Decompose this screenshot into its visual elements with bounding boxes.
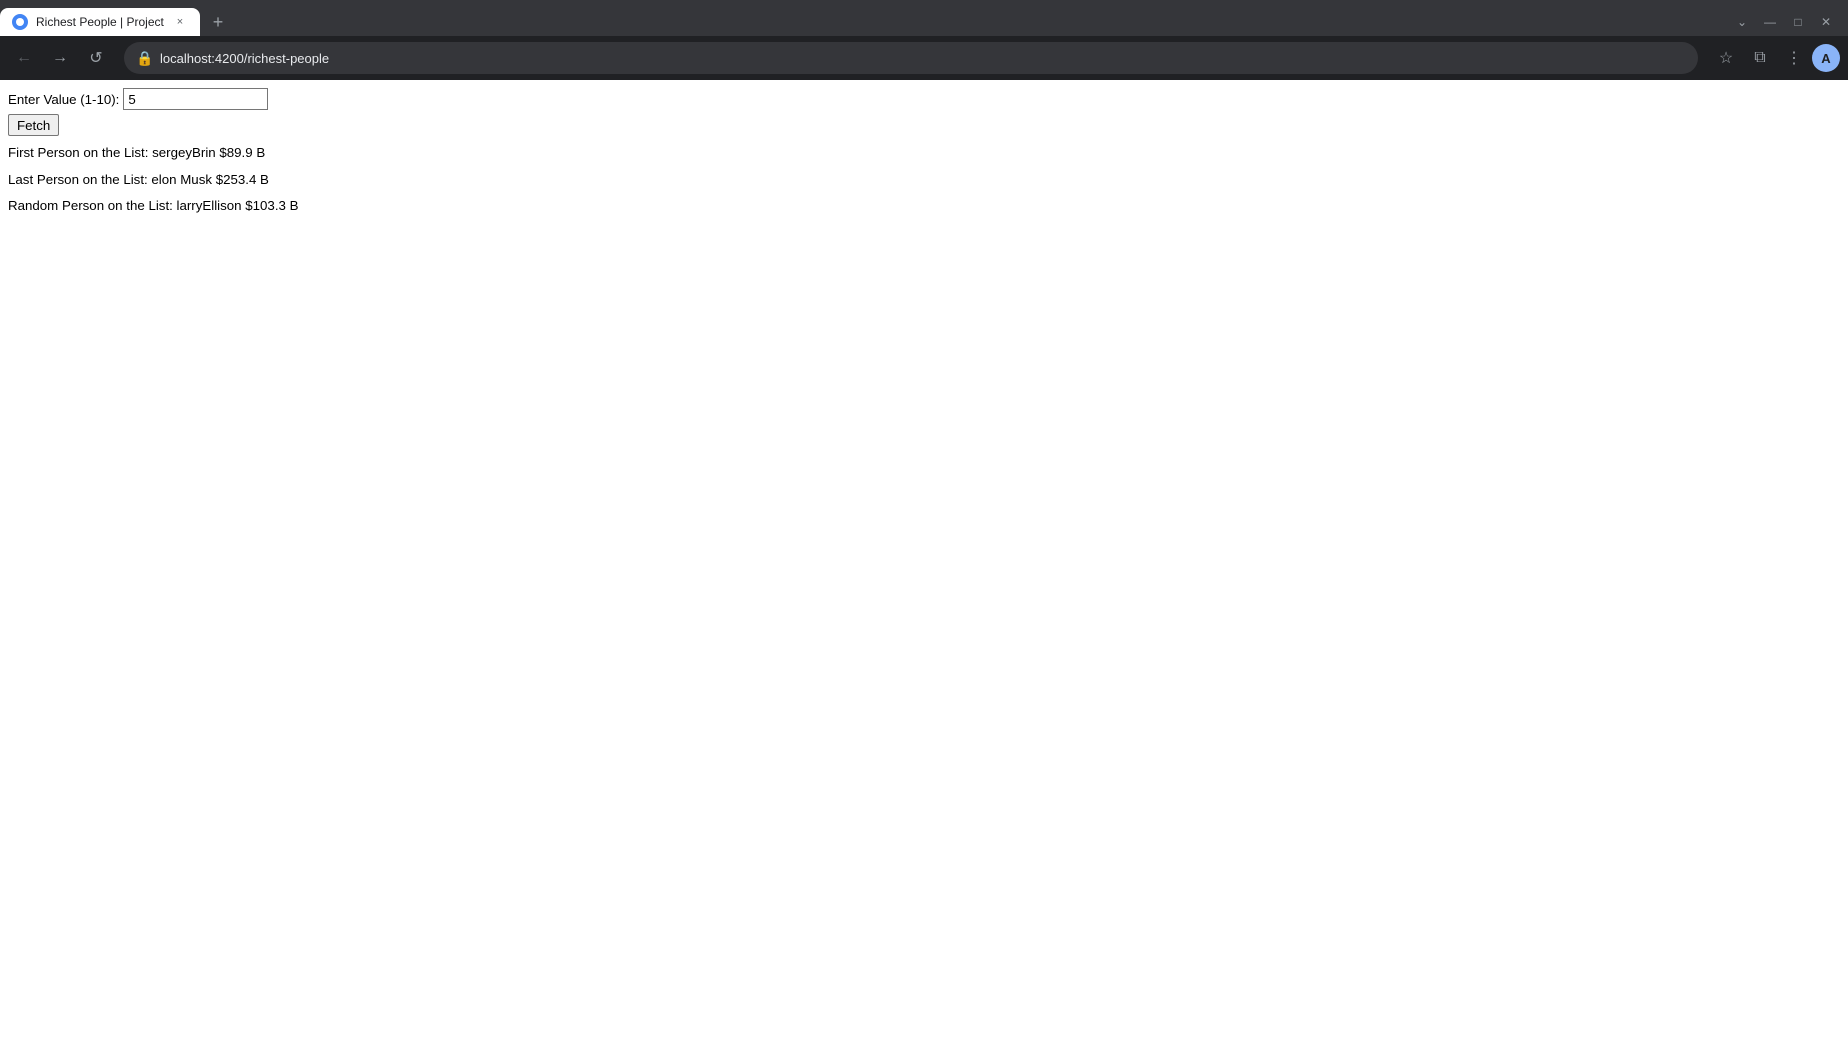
close-window-button[interactable]: ✕ bbox=[1812, 8, 1840, 36]
address-bar[interactable]: 🔒 localhost:4200/richest-people bbox=[124, 42, 1698, 74]
browser-chrome: Richest People | Project × + ⌄ — □ ✕ ← →… bbox=[0, 0, 1848, 80]
active-tab[interactable]: Richest People | Project × bbox=[0, 8, 200, 36]
maximize-button[interactable]: □ bbox=[1784, 8, 1812, 36]
input-row: Enter Value (1-10): bbox=[8, 88, 1840, 110]
random-person-result: Random Person on the List: larryEllison … bbox=[8, 197, 1840, 216]
tab-close-button[interactable]: × bbox=[172, 14, 188, 30]
tab-title: Richest People | Project bbox=[36, 15, 164, 29]
settings-button[interactable]: ⋮ bbox=[1778, 42, 1810, 74]
dropdown-button[interactable]: ⌄ bbox=[1728, 8, 1756, 36]
reload-button[interactable]: ↺ bbox=[80, 42, 112, 74]
minimize-button[interactable]: — bbox=[1756, 8, 1784, 36]
bookmark-button[interactable]: ☆ bbox=[1710, 42, 1742, 74]
nav-right-buttons: ☆ ⧉ ⋮ A bbox=[1710, 42, 1840, 74]
tab-bar: Richest People | Project × + ⌄ — □ ✕ bbox=[0, 0, 1848, 36]
extensions-button[interactable]: ⧉ bbox=[1744, 42, 1776, 74]
url-display: localhost:4200/richest-people bbox=[160, 51, 1686, 66]
profile-button[interactable]: A bbox=[1812, 44, 1840, 72]
page-content: Enter Value (1-10): Fetch First Person o… bbox=[0, 80, 1848, 232]
forward-button[interactable]: → bbox=[44, 42, 76, 74]
lock-icon: 🔒 bbox=[136, 50, 152, 66]
fetch-button[interactable]: Fetch bbox=[8, 114, 59, 136]
first-person-result: First Person on the List: sergeyBrin $89… bbox=[8, 144, 1840, 163]
value-input[interactable] bbox=[123, 88, 268, 110]
tab-favicon-icon bbox=[12, 14, 28, 30]
window-controls: ⌄ — □ ✕ bbox=[1728, 8, 1840, 36]
last-person-result: Last Person on the List: elon Musk $253.… bbox=[8, 171, 1840, 190]
back-button[interactable]: ← bbox=[8, 42, 40, 74]
nav-bar: ← → ↺ 🔒 localhost:4200/richest-people ☆ … bbox=[0, 36, 1848, 80]
new-tab-button[interactable]: + bbox=[204, 8, 232, 36]
input-label: Enter Value (1-10): bbox=[8, 92, 119, 107]
